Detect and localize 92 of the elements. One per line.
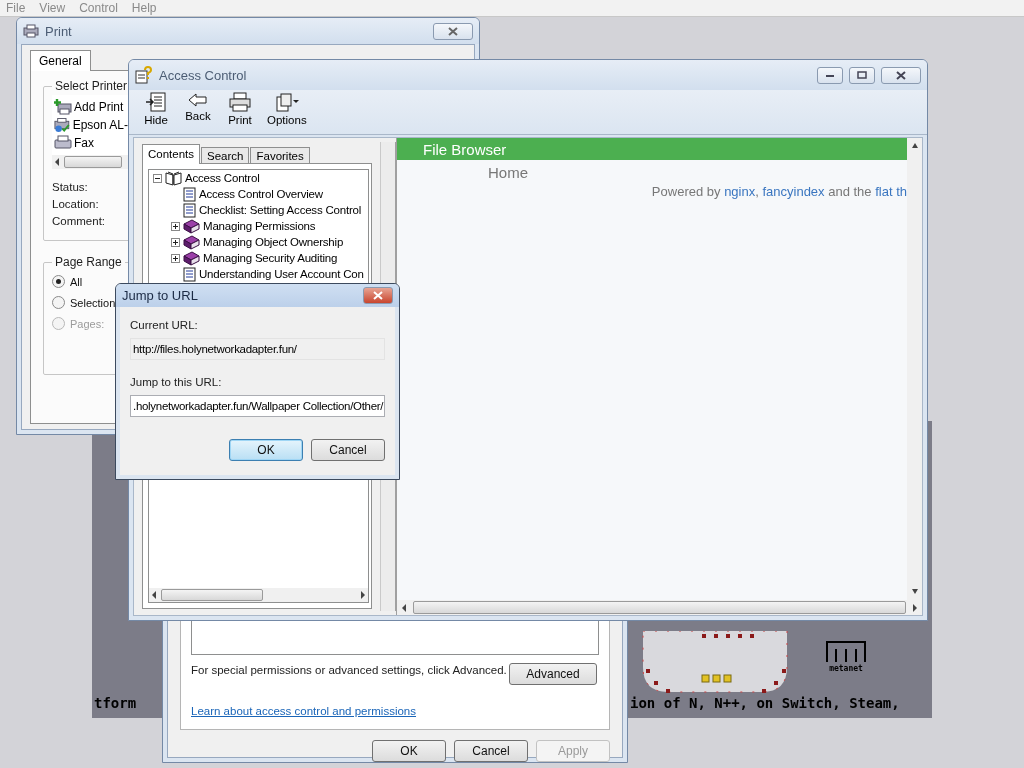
maximize-icon <box>857 71 867 79</box>
tree-item[interactable]: Access Control Overview <box>199 188 323 200</box>
field-label: Current URL: <box>130 319 198 331</box>
toolbar-button[interactable]: Print <box>221 92 259 132</box>
page-header: File Browser <box>397 138 907 160</box>
tab[interactable]: Favorites <box>250 147 310 164</box>
toolbar-button[interactable]: Options <box>263 92 311 132</box>
window-title: Print <box>45 23 73 39</box>
printer-icon <box>229 92 251 112</box>
dialog-button[interactable]: OK <box>229 439 303 461</box>
vertical-scrollbar[interactable] <box>907 138 922 600</box>
help-link[interactable]: Learn about access control and permissions <box>191 705 416 717</box>
dialog-button[interactable]: Cancel <box>454 740 528 762</box>
radio-label: All <box>70 275 83 288</box>
scroll-right-icon[interactable] <box>912 603 918 612</box>
banner-text: ion of N, N++, on Switch, Steam, <box>630 695 900 711</box>
help-icon <box>135 66 153 84</box>
scroll-up-icon[interactable] <box>911 142 918 150</box>
page-icon <box>183 202 196 218</box>
scroll-left-icon[interactable] <box>401 603 407 612</box>
book-icon <box>183 250 200 266</box>
minimize-icon <box>825 72 835 78</box>
field-label: Status: <box>52 181 88 195</box>
group-label: Select Printer <box>54 79 129 93</box>
collapse-icon[interactable] <box>153 173 162 183</box>
tab[interactable]: Search <box>201 147 250 164</box>
book-icon <box>183 218 200 234</box>
url-field[interactable]: http://files.holynetworkadapter.fun/ <box>130 338 385 360</box>
toolbar-button[interactable]: Hide <box>137 92 175 132</box>
advanced-button[interactable]: Advanced <box>509 663 597 685</box>
tab[interactable]: General <box>30 50 91 71</box>
tree-item[interactable]: Checklist: Setting Access Control <box>199 204 362 216</box>
dialog-button[interactable]: Cancel <box>311 439 385 461</box>
printer-item[interactable]: Add Print <box>54 98 128 116</box>
scroll-thumb[interactable] <box>161 589 263 601</box>
radio-button[interactable] <box>52 275 65 288</box>
expand-icon[interactable] <box>171 221 180 231</box>
scroll-thumb[interactable] <box>64 156 122 168</box>
window-title: Access Control <box>159 67 248 83</box>
horizontal-scrollbar[interactable] <box>397 600 922 615</box>
url-input[interactable]: .holynetworkadapter.fun/Wallpaper Collection/Other/ <box>130 395 385 417</box>
minimize-button[interactable] <box>817 66 843 84</box>
horizontal-scrollbar[interactable] <box>149 588 368 602</box>
close-button[interactable] <box>881 66 921 84</box>
toolbar-button[interactable]: Back <box>179 92 217 132</box>
banner-text: tform <box>94 695 137 711</box>
radio-label: Pages: <box>70 317 105 330</box>
expand-icon[interactable] <box>171 237 180 247</box>
printer-item[interactable]: Epson AL- <box>54 116 128 134</box>
scroll-left-icon[interactable] <box>54 158 60 166</box>
book-icon <box>183 234 200 250</box>
options-icon <box>274 92 299 112</box>
page-icon <box>183 186 196 202</box>
tree-item[interactable]: Managing Object Ownership <box>203 236 344 248</box>
printer-item[interactable]: Fax <box>54 134 128 152</box>
group-label: Page Range <box>54 255 123 269</box>
link[interactable]: flat th <box>875 184 907 199</box>
page-icon <box>183 266 196 282</box>
scroll-down-icon[interactable] <box>911 588 918 596</box>
close-icon <box>896 70 906 80</box>
tab[interactable]: Contents <box>142 144 201 164</box>
powered-by-text: Powered by nginx, fancyindex and the flat th <box>651 184 907 199</box>
radio-button[interactable] <box>52 296 65 309</box>
scroll-right-icon[interactable] <box>359 591 366 599</box>
tree-item[interactable]: Managing Permissions <box>203 220 316 232</box>
open-book-icon <box>165 170 182 186</box>
back-arrow-icon <box>188 92 208 108</box>
field-label: Jump to this URL: <box>130 376 222 388</box>
maximize-button[interactable] <box>849 66 875 84</box>
logo-text: metanet <box>829 664 863 673</box>
logo-icon <box>826 641 866 663</box>
hide-pane-icon <box>145 92 167 112</box>
field-label: Comment: <box>52 215 106 229</box>
expand-icon[interactable] <box>171 253 180 263</box>
close-button[interactable] <box>363 287 393 304</box>
tree-item[interactable]: Managing Security Auditing <box>203 252 338 264</box>
scroll-left-icon[interactable] <box>151 591 157 599</box>
link[interactable]: fancyindex <box>762 184 825 199</box>
breadcrumb[interactable]: Home <box>397 164 528 181</box>
radio-label: Selection <box>70 296 116 309</box>
dialog-title: Jump to URL <box>122 288 199 303</box>
dialog-button[interactable]: OK <box>372 740 446 762</box>
tree-item[interactable]: Understanding User Account Con <box>199 268 364 280</box>
field-label: Location: <box>52 198 99 212</box>
close-button[interactable] <box>433 22 473 40</box>
horizontal-scrollbar[interactable] <box>52 155 128 169</box>
close-icon <box>373 291 383 300</box>
scroll-thumb[interactable] <box>413 601 906 614</box>
close-icon <box>448 26 458 36</box>
tree-item[interactable]: Access Control <box>185 172 260 184</box>
printer-icon <box>23 24 39 38</box>
advanced-note: For special permissions or advanced settings, click Advanced. <box>191 663 507 676</box>
